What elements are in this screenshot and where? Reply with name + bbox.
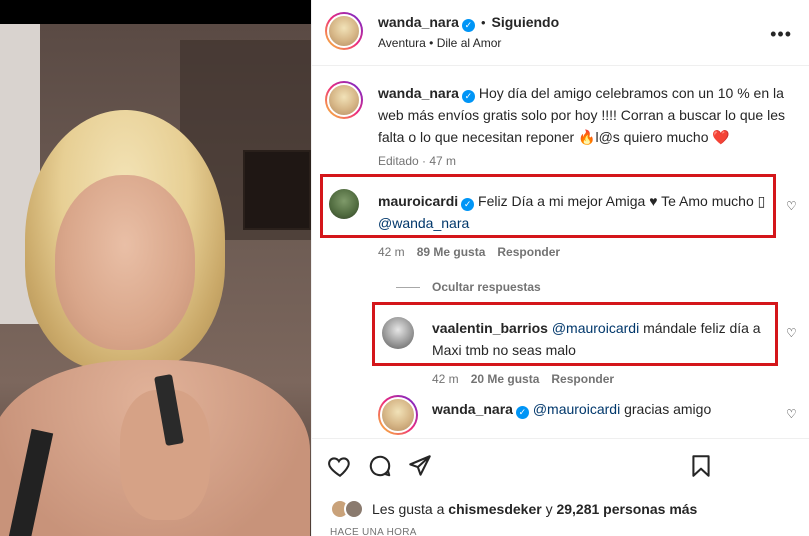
reply-mention[interactable]: @mauroicardi — [552, 320, 639, 336]
comment-meta: 42 m 89 Me gusta Responder — [378, 245, 560, 259]
caption-username[interactable]: wanda_nara — [378, 85, 459, 101]
reply-username[interactable]: wanda_nara — [432, 401, 513, 417]
post-time-ago[interactable]: HACE UNA HORA — [330, 527, 417, 536]
comment-username[interactable]: mauroicardi — [378, 193, 458, 209]
reply-text: gracias amigo — [624, 401, 712, 417]
instagram-post-view: wanda_nara ✓ • Siguiendo Aventura • Dile al… — [0, 0, 809, 536]
reply-time: 42 m — [432, 372, 459, 386]
reply-reply-button[interactable]: Responder — [551, 372, 614, 386]
hide-replies-button[interactable]: Ocultar respuestas — [432, 280, 541, 294]
caption-meta: Editado · 47 m — [378, 154, 457, 168]
follow-status-button[interactable]: Siguiendo — [492, 14, 560, 30]
reply-meta: 42 m 20 Me gusta Responder — [432, 372, 614, 386]
verified-icon: ✓ — [461, 198, 475, 211]
comment-item: mauroicardi ✓ Feliz Día a mi mejor Amiga … — [378, 190, 778, 234]
caption-edited-label: Editado — [378, 154, 419, 168]
audio-song: Dile al Amor — [436, 36, 502, 50]
author-username[interactable]: wanda_nara — [378, 14, 459, 30]
liker-avatars — [330, 499, 368, 519]
caption-avatar[interactable] — [325, 81, 363, 119]
reply-like-icon[interactable]: ♡ — [786, 408, 798, 420]
share-icon[interactable] — [407, 453, 433, 479]
verified-icon: ✓ — [461, 90, 475, 103]
reply-item: vaalentin_barrios @mauroicardi mándale f… — [432, 317, 772, 361]
replies-divider — [396, 287, 420, 288]
reply-like-icon[interactable]: ♡ — [786, 327, 798, 339]
media-tv — [243, 150, 311, 230]
comment-avatar-mauroicardi[interactable] — [329, 189, 359, 219]
verified-icon: ✓ — [461, 19, 475, 32]
verified-icon: ✓ — [515, 406, 529, 419]
more-options-icon[interactable]: ••• — [770, 24, 792, 45]
likes-middle: y — [545, 501, 553, 517]
post-caption: wanda_nara ✓ Hoy día del amigo celebramos… — [378, 82, 788, 148]
audio-separator: • — [425, 36, 437, 50]
comment-like-icon[interactable]: ♡ — [786, 200, 798, 212]
comment-mention[interactable]: @wanda_nara — [378, 215, 469, 231]
comment-reply-button[interactable]: Responder — [497, 245, 560, 259]
reply-username[interactable]: vaalentin_barrios — [432, 320, 548, 336]
bookmark-icon[interactable] — [688, 453, 714, 479]
reply-item: wanda_nara ✓ @mauroicardi gracias amigo — [432, 398, 772, 420]
reply-text: mándale feliz día a — [643, 320, 761, 336]
reply-avatar-wanda[interactable] — [378, 395, 418, 435]
likes-prefix: Les gusta a — [372, 501, 445, 517]
post-panel: wanda_nara ✓ • Siguiendo Aventura • Dile al… — [311, 0, 809, 536]
header-title-row: wanda_nara ✓ • Siguiendo — [378, 14, 559, 32]
reply-avatar-vaalentin[interactable] — [382, 317, 414, 349]
media-face — [55, 175, 195, 350]
likes-summary[interactable]: Les gusta a chismesdeker y 29,281 person… — [330, 499, 697, 519]
likes-count-link[interactable]: 29,281 personas más — [556, 501, 697, 517]
comment-icon[interactable] — [367, 453, 393, 479]
audio-artist: Aventura — [378, 36, 426, 50]
post-header: wanda_nara ✓ • Siguiendo Aventura • Dile al… — [312, 0, 809, 66]
comment-likes-button[interactable]: 89 Me gusta — [417, 245, 486, 259]
reply-mention[interactable]: @mauroicardi — [533, 401, 620, 417]
comment-time: 42 m — [378, 245, 405, 259]
audio-info[interactable]: Aventura • Dile al Amor — [378, 36, 501, 50]
caption-time: 47 m — [429, 154, 457, 168]
likes-user-link[interactable]: chismesdeker — [448, 501, 541, 517]
heart-icon[interactable] — [327, 453, 353, 479]
separator-dot: • — [480, 15, 486, 30]
reply-text-line2: Maxi tmb no seas malo — [432, 342, 576, 358]
author-avatar[interactable] — [325, 12, 363, 50]
post-media[interactable] — [0, 0, 311, 536]
reply-likes-button[interactable]: 20 Me gusta — [471, 372, 540, 386]
comment-text: Feliz Día a mi mejor Amiga ♥ Te Amo much… — [478, 193, 766, 209]
post-actions-footer: Les gusta a chismesdeker y 29,281 person… — [312, 438, 809, 536]
